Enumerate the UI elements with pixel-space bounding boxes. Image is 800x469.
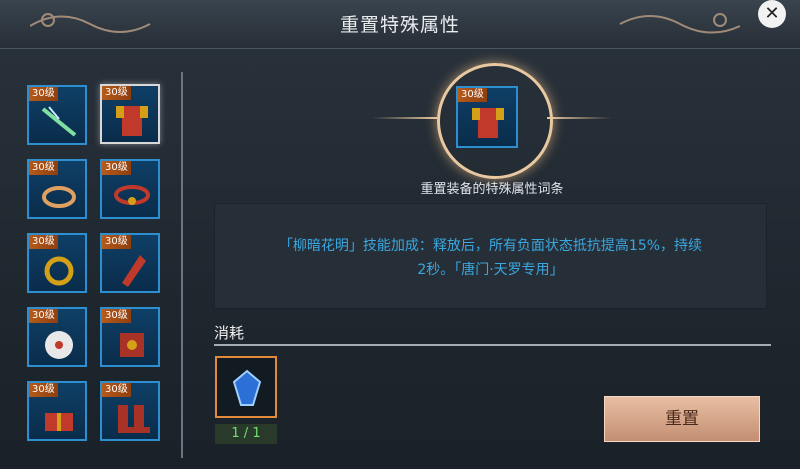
level-badge: 30级 [102,161,131,175]
cost-divider [214,344,771,346]
equipment-slot-ring[interactable]: 30级 [27,233,87,293]
level-badge: 30级 [102,383,131,397]
cost-label: 消耗 [214,324,245,342]
level-badge: 30级 [29,309,58,323]
level-badge: 30级 [458,88,487,102]
equipment-slot-armor[interactable]: 30级 [100,84,160,144]
reset-subtitle: 重置装备的特殊属性词条 [420,182,564,197]
level-badge: 30级 [102,309,131,323]
right-ornament-icon [619,13,740,34]
attribute-description: 「柳暗花明」技能加成：释放后，所有负面状态抵抗提高15%，持续 2秒。「唐门·天… [235,234,746,282]
equipment-slot-sash[interactable]: 30级 [27,159,87,219]
sidebar-divider [181,72,183,458]
level-badge: 30级 [102,86,131,100]
pendant-icon [45,331,73,359]
armor-icon [116,106,148,136]
armor-icon [472,108,504,138]
equipment-slot-giftbox[interactable]: 30级 [27,381,87,441]
level-badge: 30级 [29,383,58,397]
equipment-slot-pendant[interactable]: 30级 [27,307,87,367]
boots-icon [118,405,150,433]
cost-count: 1 / 1 [215,424,277,444]
level-badge: 30级 [29,87,58,101]
description-line-1: 「柳暗花明」技能加成：释放后，所有负面状态抵抗提高15%，持续 [278,238,703,254]
level-badge: 30级 [29,161,58,175]
ring-icon [44,256,74,286]
equipment-slot-belt[interactable]: 30级 [100,159,160,219]
equipment-slot-bracer[interactable]: 30级 [100,233,160,293]
reset-button[interactable]: 重置 [604,396,760,442]
attribute-description-box: 「柳暗花明」技能加成：释放后，所有负面状态抵抗提高15%，持续 2秒。「唐门·天… [214,203,767,309]
ring-ornament-left [372,117,437,119]
equipment-slot-blade[interactable]: 30级 [27,85,87,145]
gift-box-icon [45,413,73,431]
ring-ornament-right [547,117,612,119]
belt-icon [114,185,150,205]
reset-dialog: 重置特殊属性 ✕ 30级 30级 30级 30级 30级 30级 30级 30级 [0,0,800,469]
title-bar: 重置特殊属性 ✕ [0,0,800,49]
level-badge: 30级 [102,235,131,249]
blade-icon [41,106,77,137]
cost-item-slot[interactable] [215,356,277,418]
close-icon[interactable]: ✕ [758,0,786,28]
waist-sash-icon [42,186,76,208]
equipment-slot-boots[interactable]: 30级 [100,381,160,441]
bracer-icon [122,255,146,287]
level-badge: 30级 [29,235,58,249]
crystal-icon [232,369,262,406]
equipment-slot-shoulder[interactable]: 30级 [100,307,160,367]
selected-item-slot: 30级 [456,86,518,148]
description-line-2: 2秒。「唐门·天罗专用」 [417,262,564,278]
shoulder-icon [120,333,144,357]
